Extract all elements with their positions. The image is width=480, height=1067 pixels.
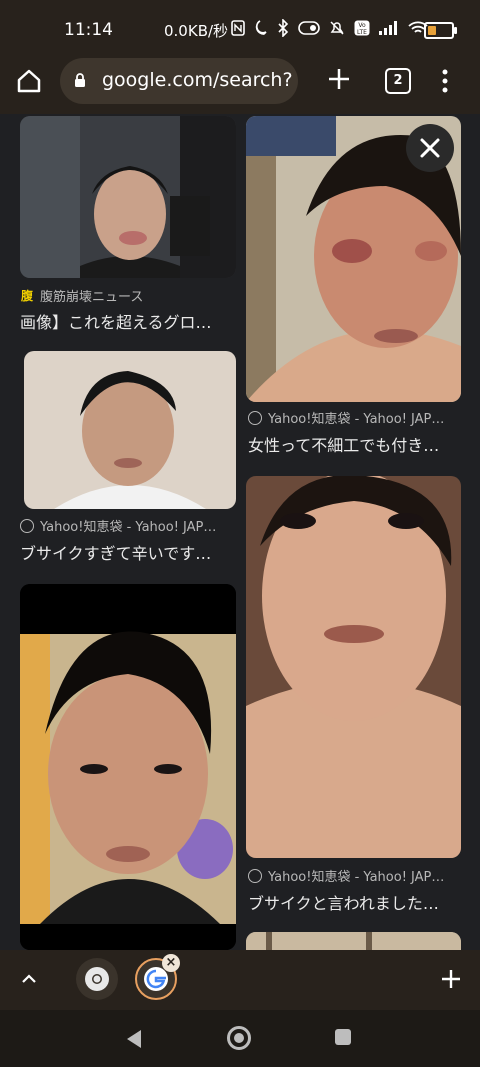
home-icon	[17, 69, 41, 93]
status-icons: Vo LTE	[231, 17, 428, 42]
tab-strip: ×	[0, 950, 480, 1010]
result-thumbnail	[24, 351, 236, 509]
status-bar: 11:14 0.0KB/秒 Vo LTE	[0, 0, 480, 58]
result-image[interactable]	[20, 116, 236, 278]
result-source: 腹 腹筋崩壊ニュース	[20, 286, 143, 305]
result-thumbnail	[246, 932, 461, 950]
favicon-text: 腹	[20, 288, 34, 303]
globe-icon	[248, 868, 262, 883]
tab-switcher-button[interactable]: 2	[385, 68, 411, 94]
recents-button[interactable]	[335, 1029, 351, 1045]
result-title[interactable]: 画像】これを超えるグロ…	[20, 309, 240, 333]
svg-text:Vo: Vo	[358, 22, 366, 29]
status-time: 11:14	[64, 20, 113, 40]
result-image[interactable]	[246, 116, 461, 402]
home-circle-icon	[234, 1033, 244, 1043]
close-preview-button[interactable]	[406, 124, 454, 172]
result-thumbnail	[20, 116, 236, 278]
result-title[interactable]: ブサイクと言われました…	[248, 890, 468, 914]
globe-icon	[20, 518, 34, 533]
result-source: Yahoo!知恵袋 - Yahoo! JAP…	[248, 866, 444, 885]
close-icon	[420, 138, 440, 158]
close-tab-button[interactable]: ×	[162, 954, 180, 972]
back-triangle-icon	[127, 1030, 141, 1048]
source-label: Yahoo!知恵袋 - Yahoo! JAP…	[40, 520, 217, 535]
expand-tabs-button[interactable]	[20, 970, 38, 988]
system-nav-bar	[0, 1010, 480, 1067]
mute-icon	[329, 20, 345, 41]
source-label: 腹筋崩壊ニュース	[40, 290, 144, 305]
result-image[interactable]	[246, 476, 461, 858]
moon-icon	[254, 19, 268, 41]
signal-icon	[379, 20, 399, 40]
svg-text:LTE: LTE	[357, 29, 367, 36]
chrome-icon	[85, 967, 109, 991]
chevron-up-icon	[22, 974, 36, 983]
bluetooth-icon	[277, 17, 289, 42]
home-button[interactable]	[14, 66, 44, 96]
plus-icon	[329, 69, 349, 89]
source-label: Yahoo!知恵袋 - Yahoo! JAP…	[268, 870, 445, 885]
url-text[interactable]: google.com/search?c	[102, 69, 292, 91]
result-source: Yahoo!知恵袋 - Yahoo! JAP…	[20, 516, 216, 535]
source-label: Yahoo!知恵袋 - Yahoo! JAP…	[268, 412, 445, 427]
strip-new-tab-button[interactable]	[440, 968, 462, 990]
nfc-icon	[231, 19, 245, 41]
result-source: Yahoo!知恵袋 - Yahoo! JAP…	[248, 408, 444, 427]
url-bar[interactable]: google.com/search?c	[60, 58, 298, 104]
result-image[interactable]	[246, 932, 461, 950]
result-image[interactable]	[20, 584, 236, 950]
network-speed: 0.0KB/秒	[164, 22, 229, 40]
volte-icon: Vo LTE	[354, 20, 370, 41]
image-results: 腹 腹筋崩壊ニュース 画像】これを超えるグロ… Yahoo!知恵袋 - Yaho…	[0, 114, 480, 950]
battery-icon	[424, 22, 457, 39]
result-thumbnail	[246, 476, 461, 858]
result-title[interactable]: 女性って不細工でも付き…	[248, 432, 468, 456]
plus-icon	[442, 970, 460, 988]
result-title[interactable]: ブサイクすぎて辛いです…	[20, 540, 240, 564]
menu-button[interactable]	[440, 66, 450, 96]
result-image[interactable]	[24, 351, 236, 509]
lock-icon	[74, 72, 86, 88]
more-vert-icon	[442, 69, 448, 93]
result-thumbnail	[20, 584, 236, 950]
new-tab-button[interactable]	[326, 66, 352, 92]
tab-chrome[interactable]	[76, 958, 118, 1000]
back-button[interactable]	[124, 1028, 144, 1054]
vibrate-icon	[298, 20, 320, 40]
globe-icon	[248, 410, 262, 425]
battery-level	[428, 26, 436, 35]
browser-toolbar: google.com/search?c 2	[0, 58, 480, 114]
home-nav-button[interactable]	[227, 1026, 251, 1050]
